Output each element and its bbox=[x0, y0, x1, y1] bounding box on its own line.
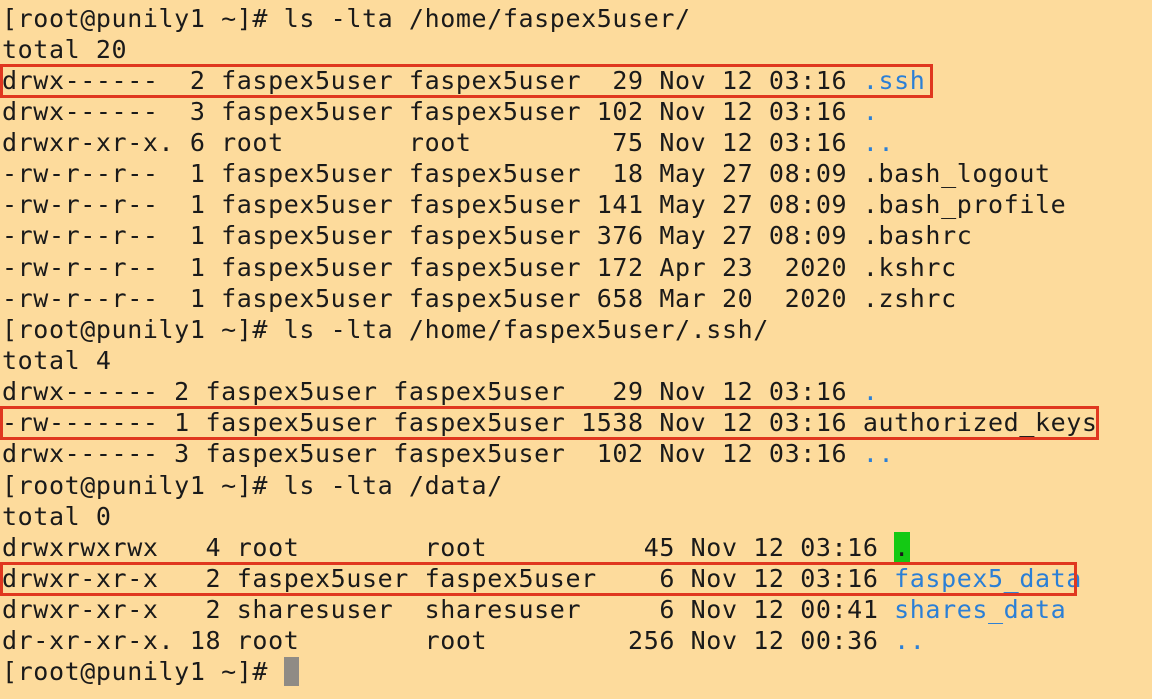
line-text: drwxr-xr-x 2 sharesuser sharesuser 6 Nov… bbox=[2, 595, 895, 624]
dir-name: .. bbox=[894, 626, 926, 655]
line-text: total 0 bbox=[2, 502, 112, 531]
listing-row: -rw-r--r-- 1 faspex5user faspex5user 172… bbox=[2, 252, 957, 283]
dir-name: . bbox=[894, 532, 910, 563]
line-text: total 4 bbox=[2, 346, 112, 375]
line-text: -rw-r--r-- 1 faspex5user faspex5user 18 … bbox=[2, 159, 1051, 188]
dir-name: . bbox=[862, 97, 879, 126]
listing-row: drwx------ 3 faspex5user faspex5user 102… bbox=[2, 438, 894, 469]
listing-row: drwx------ 2 faspex5user faspex5user 29 … bbox=[2, 376, 878, 407]
line-text: [root@punily1 ~]# ls -lta /home/faspex5u… bbox=[2, 4, 691, 33]
listing-row: dr-xr-xr-x. 18 root root 256 Nov 12 00:3… bbox=[2, 625, 925, 656]
output-total: total 0 bbox=[2, 501, 112, 532]
dir-name: shares_data bbox=[894, 595, 1067, 624]
listing-row: -rw-r--r-- 1 faspex5user faspex5user 141… bbox=[2, 189, 1066, 220]
command-line: [root@punily1 ~]# ls -lta /home/faspex5u… bbox=[2, 314, 769, 345]
dir-name: . bbox=[862, 377, 879, 406]
listing-row: -rw-r--r-- 1 faspex5user faspex5user 658… bbox=[2, 283, 957, 314]
listing-row: drwxrwxrwx 4 root root 45 Nov 12 03:16 . bbox=[2, 532, 910, 563]
line-text: drwx------ 3 faspex5user faspex5user 102… bbox=[2, 439, 863, 468]
line-text: -rw-r--r-- 1 faspex5user faspex5user 376… bbox=[2, 221, 973, 250]
listing-row: -rw-r--r-- 1 faspex5user faspex5user 376… bbox=[2, 220, 972, 251]
line-text: dr-xr-xr-x. 18 root root 256 Nov 12 00:3… bbox=[2, 626, 895, 655]
output-total: total 20 bbox=[2, 34, 127, 65]
listing-row: drwx------ 3 faspex5user faspex5user 102… bbox=[2, 96, 878, 127]
listing-row: drwxr-xr-x 2 sharesuser sharesuser 6 Nov… bbox=[2, 594, 1066, 625]
line-text: [root@punily1 ~]# bbox=[2, 657, 284, 686]
highlight-box bbox=[0, 562, 1077, 596]
listing-row: drwxr-xr-x. 6 root root 75 Nov 12 03:16 … bbox=[2, 127, 894, 158]
output-total: total 4 bbox=[2, 345, 112, 376]
cursor bbox=[283, 657, 299, 686]
line-text: drwx------ 2 faspex5user faspex5user 29 … bbox=[2, 377, 863, 406]
command-line: [root@punily1 ~]# ls -lta /data/ bbox=[2, 470, 503, 501]
dir-name: .. bbox=[862, 128, 895, 157]
command-line: [root@punily1 ~]# ls -lta /home/faspex5u… bbox=[2, 3, 691, 34]
highlight-box bbox=[0, 406, 1099, 440]
line-text: drwxrwxrwx 4 root root 45 Nov 12 03:16 bbox=[2, 533, 895, 562]
listing-row: -rw-r--r-- 1 faspex5user faspex5user 18 … bbox=[2, 158, 1051, 189]
terminal-window[interactable]: [root@punily1 ~]# ls -lta /home/faspex5u… bbox=[0, 0, 1152, 699]
line-text: -rw-r--r-- 1 faspex5user faspex5user 658… bbox=[2, 284, 957, 313]
line-text: -rw-r--r-- 1 faspex5user faspex5user 141… bbox=[2, 190, 1067, 219]
line-text: [root@punily1 ~]# ls -lta /home/faspex5u… bbox=[2, 315, 769, 344]
dir-name: .. bbox=[862, 439, 895, 468]
line-text: [root@punily1 ~]# ls -lta /data/ bbox=[2, 471, 503, 500]
line-text: total 20 bbox=[2, 35, 128, 64]
line-text: drwxr-xr-x. 6 root root 75 Nov 12 03:16 bbox=[2, 128, 863, 157]
highlight-box bbox=[0, 64, 933, 98]
prompt-line[interactable]: [root@punily1 ~]# bbox=[2, 656, 299, 687]
line-text: -rw-r--r-- 1 faspex5user faspex5user 172… bbox=[2, 253, 957, 282]
line-text: drwx------ 3 faspex5user faspex5user 102… bbox=[2, 97, 863, 126]
